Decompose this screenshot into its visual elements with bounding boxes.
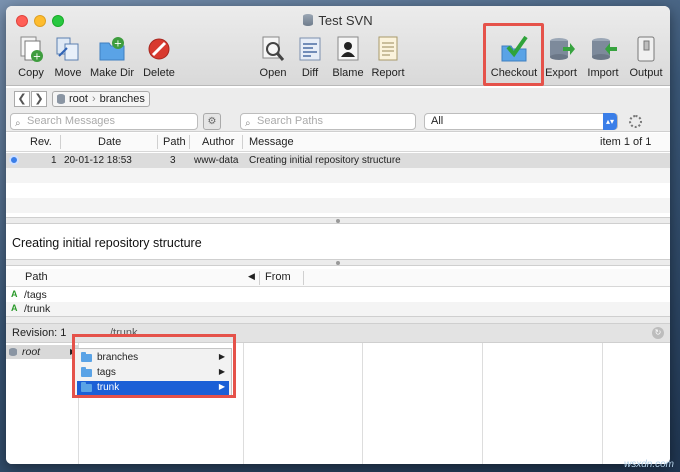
revision-label: Revision: 1: [12, 327, 67, 339]
search-icon: ⌕: [245, 118, 251, 129]
report-icon: [373, 34, 403, 64]
delete-button[interactable]: Delete: [134, 34, 184, 79]
magnifier-icon: [258, 34, 288, 64]
select-stepper-icon: ▴▾: [603, 113, 617, 130]
splitter-handle[interactable]: [6, 217, 670, 224]
repository-icon: [303, 14, 314, 26]
col-path[interactable]: Path: [163, 136, 186, 148]
make-dir-button[interactable]: + Make Dir: [87, 34, 137, 79]
splitter-handle[interactable]: [6, 259, 670, 266]
col-message[interactable]: Message: [249, 136, 294, 148]
move-button[interactable]: Move: [43, 34, 93, 79]
diff-icon: [295, 34, 325, 64]
new-folder-icon: +: [97, 34, 127, 64]
report-button[interactable]: Report: [363, 34, 413, 79]
col-author[interactable]: Author: [202, 136, 234, 148]
table-row-empty: [6, 183, 670, 198]
splitter-handle[interactable]: [6, 316, 670, 324]
col-date[interactable]: Date: [98, 136, 121, 148]
export-icon: [546, 34, 576, 64]
col-path[interactable]: Path: [25, 271, 48, 283]
search-icon: ⌕: [15, 118, 21, 129]
toolbar: Test SVN + Copy Move + Make Dir Delete O…: [6, 6, 670, 86]
search-bar: ⌕ Search Messages ⚙ ⌕ Search Paths All ▴…: [6, 110, 670, 132]
list-item[interactable]: A /trunk: [6, 302, 670, 316]
list-item[interactable]: A /tags: [6, 288, 670, 302]
log-table-header: Rev. Date Path Author Message item 1 of …: [6, 133, 670, 152]
message-detail: Creating initial repository structure: [6, 230, 670, 262]
message-detail-text: Creating initial repository structure: [12, 236, 202, 250]
delete-icon: [144, 34, 174, 64]
selected-row-icon: [9, 155, 19, 165]
checkout-highlight-box: [483, 23, 544, 86]
svg-text:+: +: [33, 52, 41, 63]
copy-icon: +: [16, 34, 46, 64]
folder-popup-highlight-box: [72, 334, 236, 398]
search-messages-input[interactable]: ⌕ Search Messages: [10, 113, 198, 130]
move-icon: [53, 34, 83, 64]
paths-table-header: Path ◀ From: [6, 269, 670, 287]
pager: item 1 of 1: [600, 136, 652, 148]
svn-window: Test SVN + Copy Move + Make Dir Delete O…: [6, 6, 670, 464]
watermark-text: wsxdn.com: [623, 459, 674, 470]
output-button[interactable]: Output: [621, 34, 670, 79]
refresh-icon[interactable]: ↻: [652, 327, 664, 339]
sort-arrow-icon: ◀: [248, 271, 255, 281]
svg-text:+: +: [114, 39, 122, 50]
breadcrumb-branches[interactable]: branches: [100, 93, 145, 105]
col-from[interactable]: From: [265, 271, 291, 283]
browser-root-item[interactable]: root ▶: [6, 345, 78, 359]
breadcrumb: root › branches: [52, 91, 150, 107]
repository-icon: [57, 94, 65, 104]
navigation-bar: ❮ ❯ root › branches: [6, 88, 670, 110]
filter-select[interactable]: All ▴▾: [424, 113, 618, 130]
search-paths-input[interactable]: ⌕ Search Paths: [240, 113, 416, 130]
col-rev[interactable]: Rev.: [30, 136, 52, 148]
import-icon: [588, 34, 618, 64]
repository-icon: [9, 348, 17, 356]
search-options-icon[interactable]: ⚙: [203, 113, 221, 130]
loading-spinner-icon: [629, 115, 642, 128]
breadcrumb-root[interactable]: root: [69, 93, 88, 105]
table-row-empty: [6, 168, 670, 183]
forward-button[interactable]: ❯: [31, 91, 47, 107]
table-row[interactable]: 1 20-01-12 18:53 3 www-data Creating ini…: [6, 153, 670, 168]
output-panel-icon: [631, 34, 661, 64]
back-button[interactable]: ❮: [14, 91, 30, 107]
window-title: Test SVN: [6, 13, 670, 28]
breadcrumb-separator-icon: ›: [91, 93, 96, 105]
person-icon: [333, 34, 363, 64]
table-row-empty: [6, 198, 670, 213]
